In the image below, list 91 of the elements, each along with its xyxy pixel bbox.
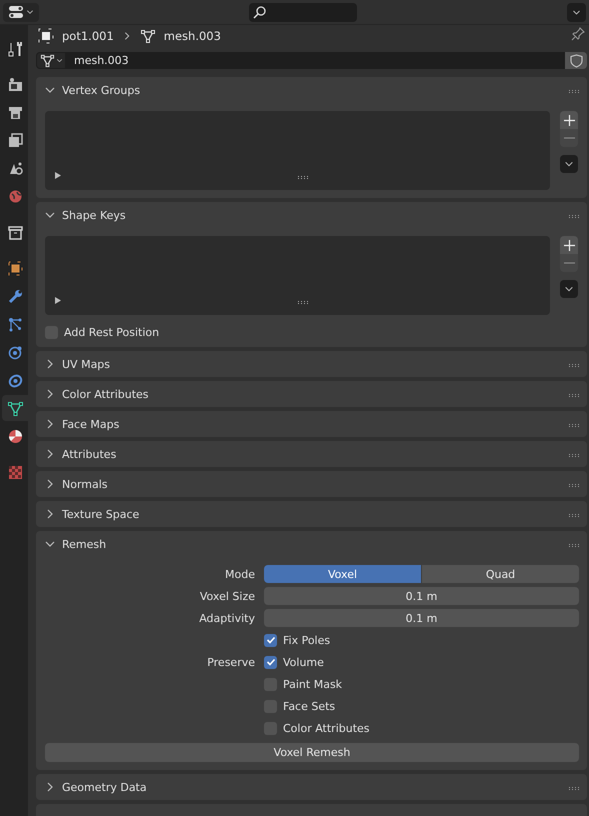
panel-header[interactable]: Face Maps — [36, 411, 587, 438]
resize-grip-icon — [298, 301, 310, 306]
checkbox-label: Volume — [283, 656, 324, 669]
panel-header[interactable]: Attributes — [36, 441, 587, 468]
panel-title: Texture Space — [62, 508, 140, 521]
resize-grip-icon — [298, 176, 310, 180]
fake-user-button[interactable] — [565, 52, 587, 70]
data-icon — [6, 400, 24, 416]
options-button[interactable] — [567, 2, 586, 22]
add-button[interactable] — [560, 236, 578, 254]
object-icon — [6, 260, 24, 276]
checkbox[interactable] — [264, 634, 277, 647]
modifier-icon — [6, 288, 24, 304]
drag-handle-icon — [569, 786, 581, 791]
object-name: pot1.001 — [62, 28, 114, 43]
constraint-icon — [6, 372, 24, 388]
editor-type-button[interactable] — [3, 2, 39, 22]
checkbox-label: Add Rest Position — [64, 326, 160, 339]
panel-title: Normals — [62, 478, 108, 491]
collection-icon — [6, 224, 24, 240]
panel-header[interactable]: Remesh — [36, 531, 587, 558]
number-field[interactable]: 0.1 m — [264, 587, 579, 606]
texture-icon — [6, 464, 24, 480]
drag-handle-icon — [569, 364, 581, 368]
plus-icon — [564, 114, 574, 126]
mode-option[interactable]: Quad — [422, 565, 579, 584]
drag-handle-icon — [569, 484, 581, 488]
panel-title: Face Maps — [62, 418, 120, 431]
checkbox-label: Fix Poles — [283, 634, 330, 647]
particles-icon — [6, 316, 24, 332]
tool-icon — [6, 40, 24, 56]
panel-title: Vertex Groups — [62, 84, 140, 97]
chevron-icon — [572, 8, 581, 16]
world-icon — [6, 188, 24, 204]
mesh-icon — [40, 53, 54, 68]
checkbox-label: Color Attributes — [283, 722, 370, 735]
panel-title: Remesh — [62, 538, 106, 551]
mode-option[interactable]: Voxel — [264, 565, 422, 584]
minus-icon — [564, 137, 574, 140]
panel-header[interactable]: Color Attributes — [36, 381, 587, 408]
panel-title: UV Maps — [62, 358, 110, 371]
chevron-icon — [56, 57, 62, 64]
physics-icon — [6, 344, 24, 360]
drag-handle-icon — [569, 424, 581, 428]
play-icon — [55, 172, 61, 180]
drag-handle-icon — [569, 454, 581, 458]
mesh-icon — [140, 28, 156, 44]
specials-menu-button[interactable] — [560, 280, 578, 298]
drag-handle-icon — [569, 544, 581, 548]
search-field[interactable] — [249, 2, 357, 22]
checkbox-label: Paint Mask — [283, 678, 342, 691]
play-icon — [55, 297, 61, 304]
remesh-button[interactable]: Voxel Remesh — [45, 743, 579, 762]
panel-header[interactable]: Normals — [36, 471, 587, 498]
panel-header[interactable]: Vertex Groups — [36, 77, 587, 104]
render-icon — [6, 76, 24, 92]
checkbox-label: Face Sets — [283, 700, 336, 713]
add-button[interactable] — [560, 111, 578, 130]
checkbox[interactable] — [264, 656, 277, 669]
number-field[interactable]: 0.1 m — [264, 609, 579, 628]
search-icon — [253, 6, 266, 18]
drag-handle-icon — [569, 394, 581, 398]
minus-icon — [564, 262, 574, 264]
drag-handle-icon — [569, 90, 581, 94]
object-icon — [38, 28, 54, 44]
group-label: Preserve — [206, 656, 255, 669]
field-label: Adaptivity — [198, 612, 255, 625]
panel-title: Attributes — [62, 448, 116, 461]
panel-title: Geometry Data — [62, 780, 147, 794]
panel-header[interactable]: Texture Space — [36, 501, 587, 528]
drag-handle-icon — [569, 214, 581, 219]
material-icon — [6, 428, 24, 444]
field-label: Voxel Size — [198, 590, 255, 603]
panel-title: Shape Keys — [62, 208, 126, 222]
chevron-icon — [26, 8, 34, 16]
drag-handle-icon — [569, 514, 581, 518]
mesh-browse-button[interactable] — [36, 52, 66, 70]
properties-tab[interactable] — [2, 395, 28, 421]
panel-title: Color Attributes — [62, 388, 149, 401]
plus-icon — [564, 240, 574, 251]
field-label: Mode — [224, 568, 255, 581]
mesh-name-field[interactable]: mesh.003 — [66, 52, 565, 70]
shield-icon — [570, 54, 582, 68]
toggle-icon — [8, 5, 24, 19]
panel-header[interactable]: UV Maps — [36, 351, 587, 378]
specials-menu-button[interactable] — [560, 155, 578, 174]
mesh-name: mesh.003 — [164, 28, 221, 43]
pin-icon — [571, 27, 585, 42]
panel-header[interactable]: Geometry Data — [36, 774, 587, 800]
viewlayer-icon — [6, 132, 24, 148]
panel-header[interactable]: Shape Keys — [36, 202, 587, 228]
